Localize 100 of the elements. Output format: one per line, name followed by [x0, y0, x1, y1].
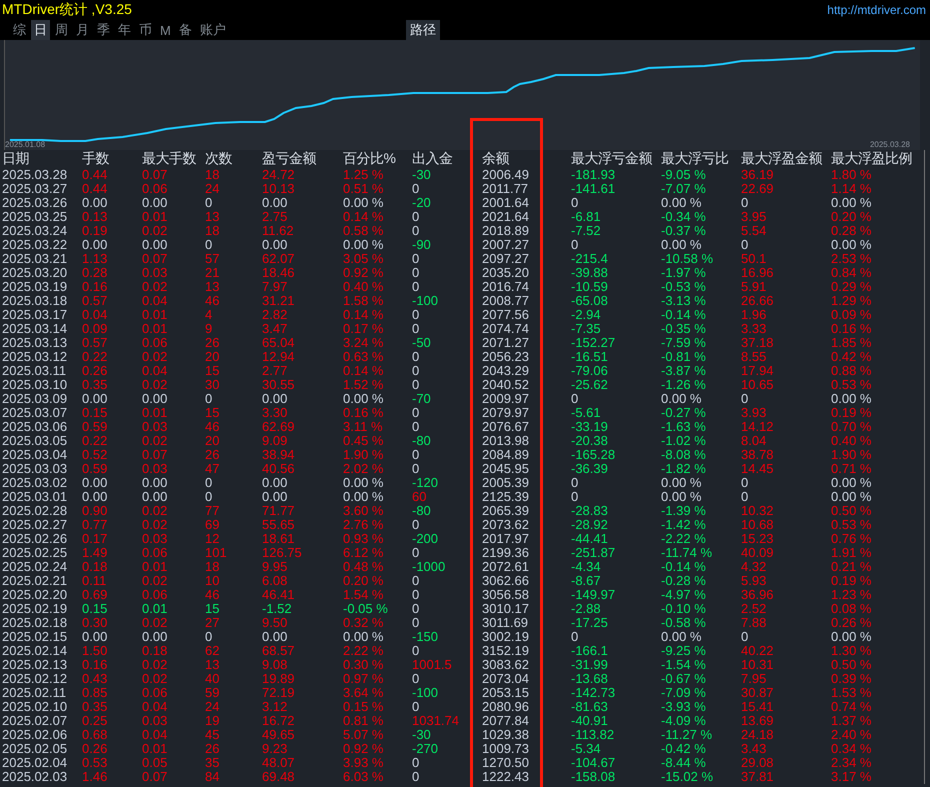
table-cell-text: 0	[412, 182, 420, 196]
table-cell-text: 50.1	[741, 252, 768, 266]
table-cell-text: 0.03	[142, 266, 168, 280]
table-cell-text: 0	[412, 462, 420, 476]
table-cell-text: 2011.77	[482, 182, 530, 196]
table-cell-text: -3.87 %	[661, 364, 707, 378]
table-cell-text: -0.35 %	[661, 322, 707, 336]
table-cell-text: 0	[741, 630, 750, 644]
table-cell-text: 2025.03.02	[2, 476, 68, 490]
table-cell-text: -152.27	[571, 336, 616, 350]
table-cell-text: 0.34 %	[831, 742, 872, 756]
table-cell-text: 12.94	[262, 350, 296, 364]
table-cell-text: 0.48 %	[343, 560, 384, 574]
period-tab[interactable]: 备	[176, 20, 195, 40]
table-cell-text: -0.14 %	[661, 560, 707, 574]
table-cell-text: 0.29 %	[831, 280, 872, 294]
table-cell-text: 3.64 %	[343, 686, 384, 700]
table-cell-text: 22.69	[741, 182, 775, 196]
table-cell-text: 0.09 %	[831, 308, 872, 322]
table-cell-text: 4	[205, 308, 214, 322]
table-cell-text: 1031.74	[412, 714, 460, 728]
table-cell-text: 2025.02.11	[2, 686, 68, 700]
table-cell-text: -7.07 %	[661, 182, 707, 196]
table-cell-text: 2009.97	[482, 392, 530, 406]
table-cell-text: 0.00	[262, 196, 288, 210]
table-cell-text: 2025.02.28	[2, 504, 68, 518]
table-cell-text: 0.30 %	[343, 658, 384, 672]
table-cell-text: -0.67 %	[661, 672, 707, 686]
period-tab[interactable]: 账户	[196, 20, 229, 40]
table-cell-text: 2.34 %	[831, 756, 872, 770]
table-cell-text: 0	[412, 266, 420, 280]
table-cell-text: 0.00 %	[831, 392, 872, 406]
table-cell-text: 0.57	[82, 294, 108, 308]
table-cell-text: 0.16 %	[343, 406, 384, 420]
table-cell-text: 2025.02.19	[2, 602, 68, 616]
period-tab[interactable]: 综	[10, 20, 29, 40]
table-cell-text: 0.05	[142, 756, 168, 770]
period-tab[interactable]: M	[157, 22, 174, 38]
table-cell-text: 0	[412, 672, 420, 686]
table-cell-text: 2025.03.27	[2, 182, 68, 196]
table-cell-text: 2.22 %	[343, 644, 384, 658]
app-title: MTDriver统计 ,V3.25	[2, 1, 132, 19]
start-date-label: 2025.01.08	[5, 140, 46, 149]
table-cell-text: 0.40 %	[831, 434, 872, 448]
table-cell-text: -8.44 %	[661, 756, 707, 770]
table-cell-text: 2035.20	[482, 266, 530, 280]
table-cell-text: -1.54 %	[661, 658, 707, 672]
table-cell-text: 0.53	[82, 756, 108, 770]
table-cell-text: -16.51	[571, 350, 609, 364]
table-cell-text: 2007.27	[482, 238, 530, 252]
table-cell-text: 0.30	[82, 616, 108, 630]
table-cell-text: 30.87	[741, 686, 775, 700]
table-cell-text: 0.04	[142, 728, 168, 742]
table-cell-text: 2025.03.14	[2, 322, 68, 336]
table-cell-text: 48.07	[262, 756, 296, 770]
table-cell-text: -0.37 %	[661, 224, 707, 238]
table-cell-text: 0.68	[82, 728, 108, 742]
table-cell-text: 10.13	[262, 182, 296, 196]
table-cell-text: -30	[412, 728, 432, 742]
table-cell-text: 0.00	[262, 238, 288, 252]
path-button[interactable]: 路径	[406, 20, 440, 40]
column-header: 最大浮盈金额	[741, 150, 823, 168]
table-cell-text: 0.50 %	[831, 504, 872, 518]
table-cell-text: 1.80 %	[831, 168, 872, 182]
table-cell-text: 0.00	[262, 392, 288, 406]
table-cell-text: -165.28	[571, 448, 616, 462]
table-cell-text: 2025.03.25	[2, 210, 68, 224]
table-cell-text: 0.00	[82, 630, 108, 644]
period-tab[interactable]: 币	[136, 20, 155, 40]
period-tab[interactable]: 季	[94, 20, 113, 40]
table-cell-text: -5.34	[571, 742, 602, 756]
table-cell-text: 0.00 %	[661, 238, 702, 252]
column-header: 余额	[482, 150, 510, 168]
table-cell-text: 0.06	[142, 182, 168, 196]
table-cell-text: 0	[412, 602, 420, 616]
website-link[interactable]: http://mtdriver.com	[827, 3, 926, 17]
table-cell-text: 13	[205, 280, 220, 294]
table-cell-text: 1.14 %	[831, 182, 872, 196]
table-cell-text: 9.08	[262, 658, 288, 672]
period-tab[interactable]: 月	[73, 20, 92, 40]
table-cell-text: 0.90	[82, 504, 108, 518]
table-cell-text: 0.53 %	[831, 378, 872, 392]
table-cell-text: -3.13 %	[661, 294, 707, 308]
table-cell-text: 0.50 %	[831, 658, 872, 672]
table-cell-text: 2053.15	[482, 686, 530, 700]
table-cell-text: -1.42 %	[661, 518, 707, 532]
table-cell-text: 3.60 %	[343, 504, 384, 518]
table-cell-text: 0.59	[82, 420, 108, 434]
table-cell-text: 2025.03.01	[2, 490, 68, 504]
period-tab[interactable]: 日	[31, 20, 50, 40]
table-cell-text: -28.83	[571, 504, 609, 518]
table-cell-text: 0.01	[142, 560, 168, 574]
period-tab[interactable]: 年	[115, 20, 134, 40]
table-cell-text: -11.27 %	[661, 728, 714, 742]
table-cell-text: 3.95	[741, 210, 768, 224]
period-tab[interactable]: 周	[52, 20, 71, 40]
table-cell-text: 2025.03.19	[2, 280, 68, 294]
table-cell-text: 27	[205, 616, 220, 630]
table-cell-text: 6.12 %	[343, 546, 384, 560]
table-cell-text: 0.02	[142, 504, 168, 518]
